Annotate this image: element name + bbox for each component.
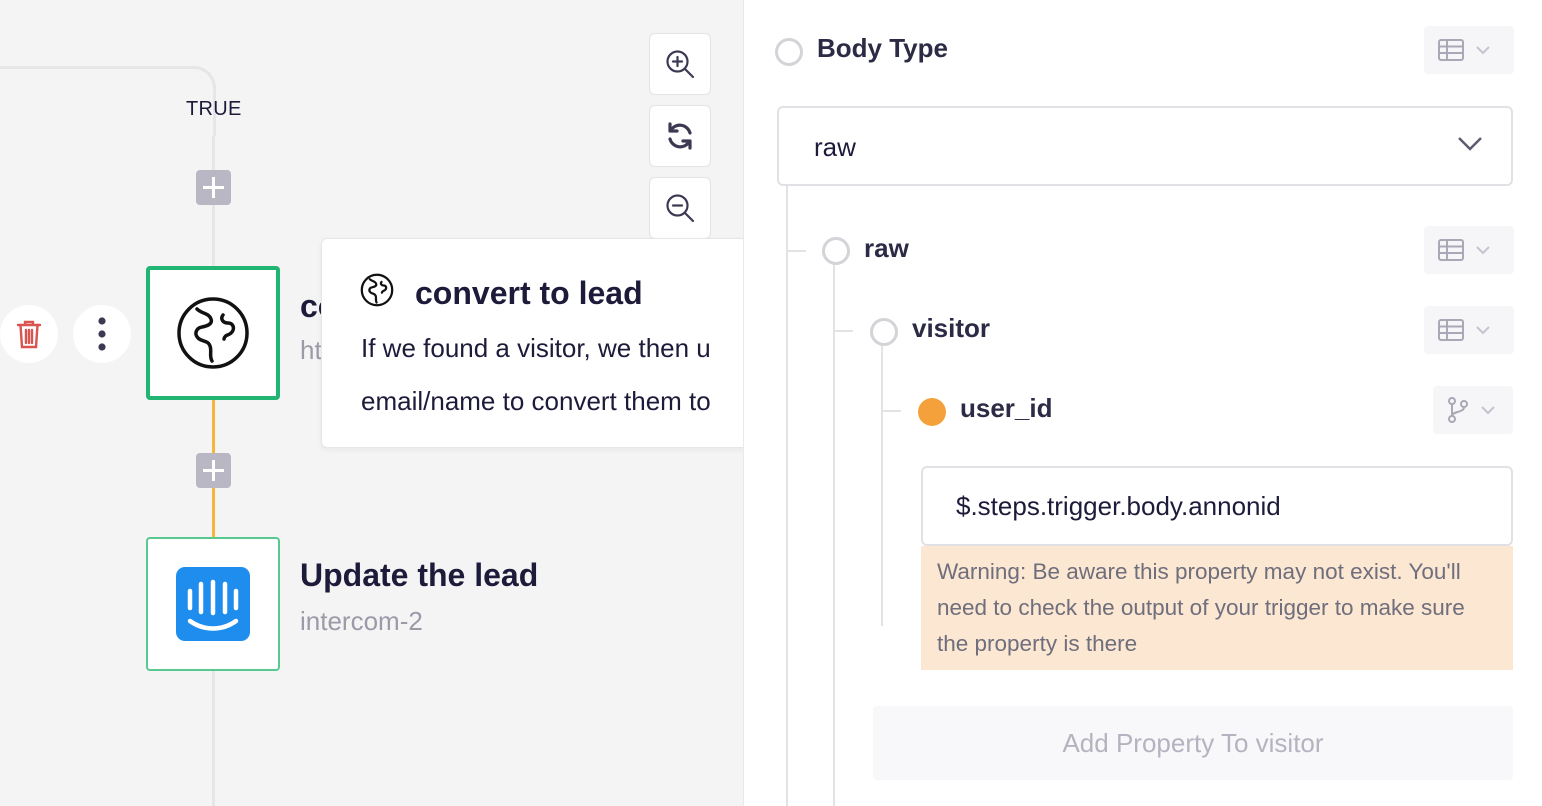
chevron-down-icon (1458, 137, 1482, 151)
chevron-down-icon (1476, 245, 1490, 254)
tree-line (883, 410, 901, 412)
tooltip-description: If we found a visitor, we then u (361, 333, 711, 363)
intercom-logo-icon (176, 567, 250, 641)
delete-step-button[interactable] (0, 305, 58, 363)
step-title: Update the lead (300, 557, 539, 593)
zoom-out-icon (666, 194, 695, 223)
step-subtitle: ht (300, 335, 322, 365)
tree-line (788, 250, 806, 252)
step-subtitle: intercom-2 (300, 606, 423, 636)
add-step-button[interactable] (196, 453, 231, 488)
visitor-mode-button[interactable] (1424, 306, 1514, 354)
trash-icon (16, 320, 42, 349)
refresh-icon (668, 122, 692, 150)
user-id-value-input[interactable] (921, 466, 1513, 546)
body-type-radio[interactable] (775, 38, 803, 66)
tooltip-description: email/name to convert them to (361, 386, 711, 416)
step-node-update-the-lead[interactable] (146, 537, 280, 671)
more-options-button[interactable] (73, 305, 131, 363)
reset-zoom-button[interactable] (649, 105, 711, 167)
raw-mode-button[interactable] (1424, 226, 1514, 274)
globe-icon (360, 273, 394, 307)
zoom-in-icon (666, 50, 695, 79)
raw-radio[interactable] (822, 237, 850, 265)
tree-line (881, 344, 883, 626)
git-branch-icon (1448, 397, 1468, 423)
user-id-status-dot (918, 398, 946, 426)
table-icon (1438, 319, 1464, 341)
step-config-panel[interactable]: Body Type raw raw visitor user_id Warnin… (743, 0, 1542, 806)
branch-label-true: TRUE (186, 98, 242, 120)
step-tooltip: convert to lead If we found a visitor, w… (321, 238, 743, 448)
tree-line (786, 186, 788, 806)
table-icon (1438, 239, 1464, 261)
tree-line (833, 264, 835, 806)
workflow-canvas[interactable]: TRUE co ht (0, 0, 743, 806)
connector-line (212, 670, 215, 806)
tooltip-title: convert to lead (415, 275, 643, 311)
body-type-select[interactable]: raw (777, 106, 1513, 186)
globe-icon (177, 297, 249, 369)
raw-label: raw (864, 233, 909, 263)
add-property-button[interactable]: Add Property To visitor (873, 706, 1513, 780)
visitor-label: visitor (912, 313, 991, 343)
tree-line (835, 330, 853, 332)
step-title: co (300, 288, 322, 324)
property-warning: Warning: Be aware this property may not … (921, 546, 1513, 670)
zoom-in-button[interactable] (649, 33, 711, 95)
add-step-button[interactable] (196, 170, 231, 205)
body-type-selected-value: raw (814, 132, 856, 162)
table-icon (1438, 39, 1464, 61)
vertical-dots-icon (98, 317, 106, 351)
user-id-label: user_id (960, 393, 1053, 423)
chevron-down-icon (1481, 405, 1495, 414)
chevron-down-icon (1476, 45, 1490, 54)
zoom-out-button[interactable] (649, 177, 711, 239)
branch-connector (0, 66, 216, 136)
step-node-convert-to-lead[interactable] (146, 266, 280, 400)
body-type-mode-button[interactable] (1424, 26, 1514, 74)
visitor-radio[interactable] (870, 318, 898, 346)
chevron-down-icon (1476, 325, 1490, 334)
user-id-mode-button[interactable] (1433, 386, 1513, 434)
body-type-label: Body Type (817, 33, 948, 63)
